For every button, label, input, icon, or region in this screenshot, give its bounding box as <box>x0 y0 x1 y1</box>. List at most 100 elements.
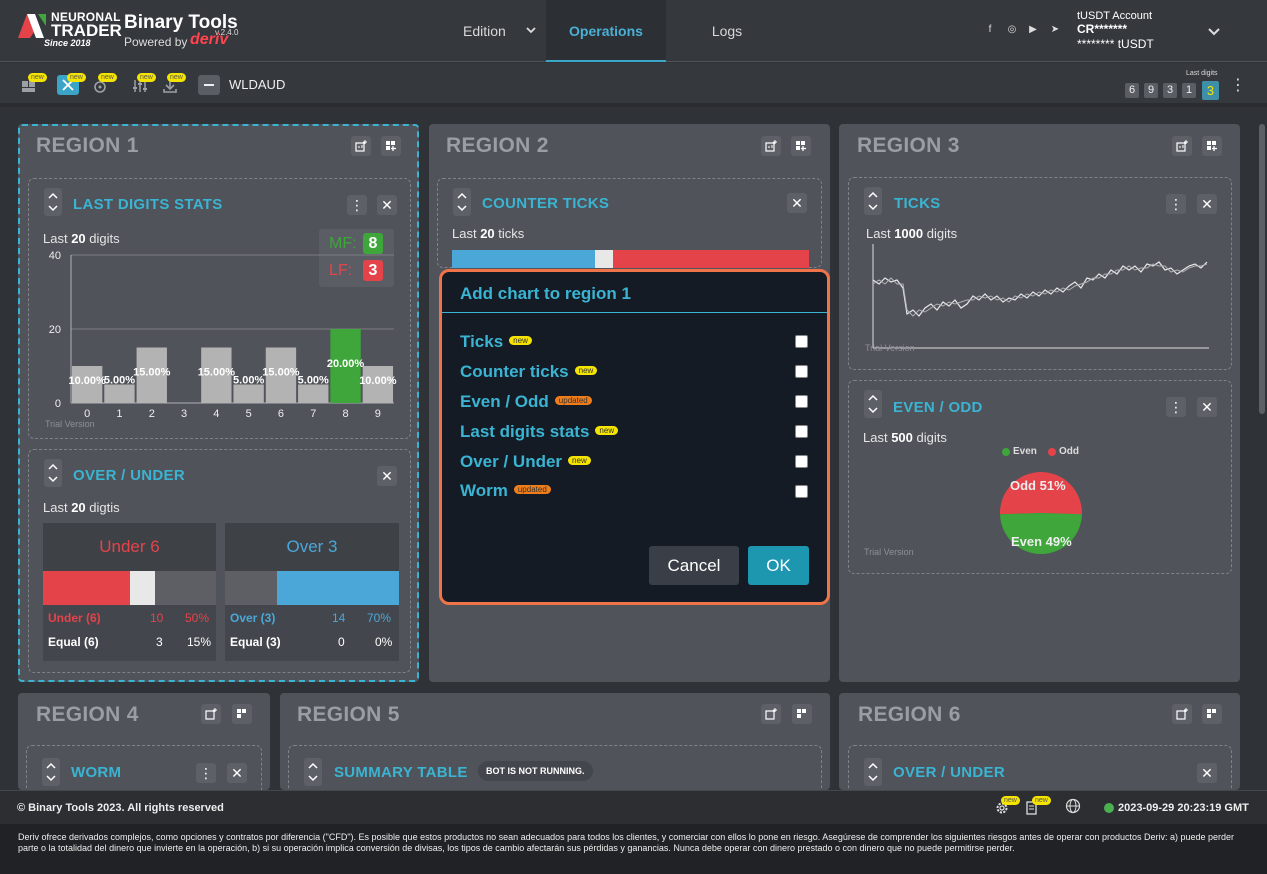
close-icon[interactable]: ✕ <box>787 193 807 213</box>
y-tick-label: 20 <box>49 324 61 336</box>
new-badge: new <box>568 455 591 465</box>
youtube-icon[interactable]: ▶ <box>1027 24 1039 36</box>
add-chart-icon[interactable] <box>351 136 371 156</box>
last-digits-label: Last digits <box>1186 70 1218 77</box>
layout-grid-icon[interactable] <box>1202 136 1222 156</box>
x-tick-label: 7 <box>310 408 316 420</box>
card-options-icon[interactable]: ⋮ <box>196 763 216 783</box>
x-tick-label: 6 <box>278 408 284 420</box>
ticks-card: TICKS ⋮ ✕ Last 1000 digits Trial Version <box>848 177 1232 370</box>
option-ticks[interactable]: Ticks new <box>460 332 532 352</box>
under-pct: 50% <box>185 611 210 625</box>
under-title: Under 6 <box>43 523 216 571</box>
collapse-icon[interactable] <box>198 75 220 95</box>
move-up-down-icon[interactable] <box>42 758 60 786</box>
card-options-icon[interactable]: ⋮ <box>347 195 367 215</box>
powered-by: Powered by <box>124 35 188 49</box>
layout-grid-icon[interactable] <box>1202 704 1222 724</box>
over-equal-label: Equal (3) <box>230 635 281 649</box>
option-ticks-checkbox[interactable] <box>795 335 808 348</box>
option-counter-ticks[interactable]: Counter ticks new <box>460 362 598 382</box>
move-up-down-icon[interactable] <box>44 459 62 487</box>
nav-logs[interactable]: Logs <box>690 0 764 62</box>
digit-bar <box>298 384 329 403</box>
close-icon[interactable]: ✕ <box>377 195 397 215</box>
add-chart-icon[interactable] <box>1172 704 1192 724</box>
telegram-icon[interactable]: ➤ <box>1049 24 1061 36</box>
facebook-icon[interactable]: f <box>984 24 996 36</box>
under-bar <box>43 571 216 605</box>
account-chevron-down-icon[interactable] <box>1207 24 1221 38</box>
add-chart-icon[interactable] <box>1172 136 1192 156</box>
add-chart-icon[interactable] <box>761 136 781 156</box>
digit-bar <box>233 384 264 403</box>
globe-icon[interactable] <box>1065 798 1081 814</box>
close-icon[interactable]: ✕ <box>377 466 397 486</box>
option-counter-ticks-checkbox[interactable] <box>795 365 808 378</box>
bar-segment <box>155 571 216 605</box>
close-icon[interactable]: ✕ <box>1197 194 1217 214</box>
move-up-down-icon[interactable] <box>453 188 471 216</box>
card-options-icon[interactable]: ⋮ <box>1166 397 1186 417</box>
option-last-digits-stats[interactable]: Last digits stats new <box>460 422 619 442</box>
chevron-down-icon[interactable] <box>525 24 537 36</box>
option-worm[interactable]: Worm updated <box>460 481 551 501</box>
y-tick-label: 0 <box>55 398 61 410</box>
region-2-title: REGION 2 <box>446 134 549 157</box>
legend-even: Even <box>1013 446 1037 457</box>
bar-segment <box>129 571 156 605</box>
option-even-odd-checkbox[interactable] <box>795 395 808 408</box>
asset-symbol[interactable]: WLDAUD <box>229 77 285 92</box>
close-icon[interactable]: ✕ <box>1197 397 1217 417</box>
over-equal-pct: 0% <box>375 635 393 649</box>
bar-segment <box>43 571 130 605</box>
scrollbar-thumb[interactable] <box>1259 124 1265 414</box>
move-up-down-icon[interactable] <box>44 188 62 216</box>
trial-version-label: Trial Version <box>864 547 914 557</box>
x-tick-label: 3 <box>181 408 187 420</box>
region-1-title: REGION 1 <box>36 134 139 157</box>
close-icon[interactable]: ✕ <box>1197 763 1217 783</box>
option-over-under-checkbox[interactable] <box>795 455 808 468</box>
layout-grid-icon[interactable] <box>232 704 252 724</box>
region-3: REGION 3 TICKS ⋮ ✕ Last 1000 digits Tria… <box>839 124 1240 682</box>
last-digit: 9 <box>1144 83 1158 98</box>
layout-grid-icon[interactable] <box>792 704 812 724</box>
new-badge: new <box>28 73 47 82</box>
card-subtitle: Last 1000 digits <box>866 226 958 241</box>
cancel-button[interactable]: Cancel <box>649 546 739 585</box>
move-up-down-icon[interactable] <box>864 390 882 418</box>
data-label: 5.00% <box>298 375 329 387</box>
x-tick-label: 1 <box>116 408 122 420</box>
region-6-title: REGION 6 <box>858 703 961 726</box>
x-tick-label: 8 <box>342 408 348 420</box>
close-icon[interactable]: ✕ <box>227 763 247 783</box>
move-up-down-icon[interactable] <box>304 758 322 786</box>
card-title: LAST DIGITS STATS <box>73 196 223 213</box>
bot-status-badge: BOT IS NOT RUNNING. <box>478 761 593 781</box>
server-clock: 2023-09-29 20:23:19 GMT <box>1118 802 1249 814</box>
legend-odd-swatch <box>1048 448 1056 456</box>
logo-since: Since 2018 <box>44 38 91 48</box>
data-label: 5.00% <box>104 375 135 387</box>
risk-disclaimer: Deriv ofrece derivados complejos, como o… <box>0 824 1267 874</box>
move-up-down-icon[interactable] <box>864 758 882 786</box>
layout-grid-icon[interactable] <box>381 136 401 156</box>
data-label: 20.00% <box>327 358 365 370</box>
ticks-line-chart <box>872 244 1209 349</box>
region-3-title: REGION 3 <box>857 134 960 157</box>
ok-button[interactable]: OK <box>748 546 809 585</box>
move-up-down-icon[interactable] <box>864 187 882 215</box>
option-even-odd[interactable]: Even / Odd updated <box>460 392 592 412</box>
neuronal-trader-logo[interactable]: NEURONAL TRADER Since 2018 <box>18 10 122 50</box>
option-over-under[interactable]: Over / Under new <box>460 452 591 472</box>
nav-operations[interactable]: Operations <box>546 0 666 62</box>
card-options-icon[interactable]: ⋮ <box>1166 194 1186 214</box>
instagram-icon[interactable]: ◎ <box>1006 24 1018 36</box>
option-last-digits-stats-checkbox[interactable] <box>795 425 808 438</box>
option-worm-checkbox[interactable] <box>795 485 808 498</box>
add-chart-icon[interactable] <box>761 704 781 724</box>
add-chart-icon[interactable] <box>201 704 221 724</box>
layout-grid-icon[interactable] <box>791 136 811 156</box>
more-menu-icon[interactable]: ⋮ <box>1230 75 1246 95</box>
